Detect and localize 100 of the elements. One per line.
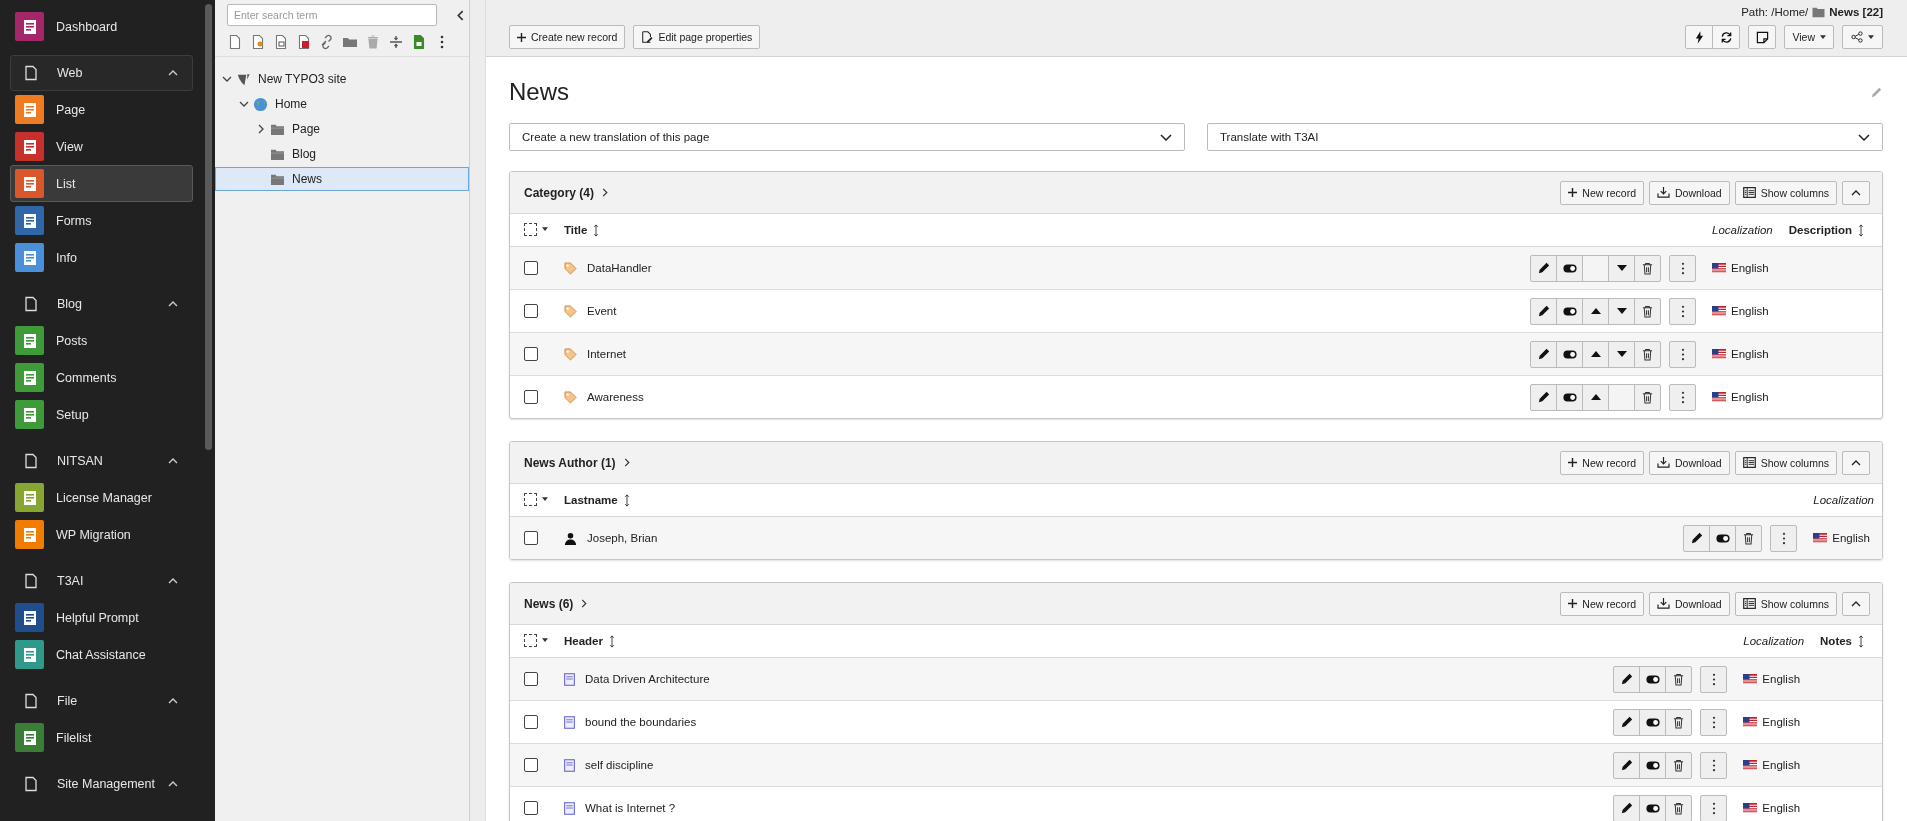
edit-button[interactable] (1613, 794, 1641, 821)
show-columns-button[interactable]: Show columns (1734, 180, 1837, 205)
module-group-header[interactable]: File (10, 683, 193, 719)
resize-handle[interactable] (470, 0, 486, 821)
toggle-button[interactable] (1709, 524, 1737, 552)
row-checkbox[interactable] (524, 758, 538, 772)
module-group-header[interactable]: Blog (10, 286, 193, 322)
module-item[interactable]: License Manager (10, 479, 193, 516)
collapse-button[interactable] (1842, 180, 1870, 205)
select-all-checkbox[interactable] (524, 492, 537, 506)
select-all-checkbox[interactable] (524, 633, 537, 647)
caret-down-icon[interactable] (542, 638, 548, 642)
record-title[interactable]: bound the boundaries (585, 716, 697, 728)
move-down-button[interactable] (1608, 297, 1635, 325)
record-title[interactable]: Data Driven Architecture (585, 673, 710, 685)
module-item[interactable]: WP Migration (10, 516, 193, 553)
module-group-header[interactable]: NITSAN (10, 443, 193, 479)
edit-button[interactable] (1613, 708, 1641, 736)
tree-node[interactable]: Home (215, 92, 469, 116)
record-title[interactable]: Awareness (587, 391, 644, 403)
collapse-icon[interactable] (457, 9, 464, 21)
row-checkbox[interactable] (524, 531, 538, 545)
collapse-button[interactable] (1842, 450, 1870, 475)
move-down-button[interactable] (1608, 254, 1635, 282)
module-item[interactable]: Info (10, 239, 193, 276)
row-checkbox[interactable] (524, 390, 538, 404)
table-title[interactable]: News (6) (524, 596, 588, 611)
toggle-button[interactable] (1639, 751, 1667, 779)
page-icon[interactable] (411, 34, 427, 50)
page-delete-icon[interactable] (296, 34, 312, 50)
move-up-button[interactable] (1582, 340, 1609, 368)
delete-button[interactable] (1665, 794, 1693, 821)
new-record-button[interactable]: New record (1560, 591, 1644, 616)
move-up-button[interactable] (1582, 297, 1609, 325)
module-item[interactable]: Setup (10, 396, 193, 433)
toggle-button[interactable] (1556, 254, 1583, 282)
tree-node[interactable]: Blog (215, 142, 469, 166)
record-title[interactable]: self discipline (585, 759, 654, 771)
module-item[interactable]: View (10, 128, 193, 165)
record-title[interactable]: DataHandler (587, 262, 652, 274)
scrollbar[interactable] (205, 4, 212, 450)
row-checkbox[interactable] (524, 304, 538, 318)
dropdown-select[interactable]: Translate with T3AI (1207, 123, 1883, 151)
tree-node[interactable]: New TYPO3 site (215, 67, 469, 91)
new-record-button[interactable]: New record (1560, 450, 1644, 475)
toggle-button[interactable] (1639, 794, 1667, 821)
column-header[interactable]: Title (564, 223, 600, 237)
record-title[interactable]: Joseph, Brian (587, 532, 658, 544)
new-page-icon[interactable] (227, 34, 243, 50)
record-title[interactable]: Internet (587, 348, 626, 360)
module-item[interactable]: Helpful Prompt (10, 599, 193, 636)
row-checkbox[interactable] (524, 261, 538, 275)
module-item[interactable]: Posts (10, 322, 193, 359)
delete-button[interactable] (1634, 340, 1661, 368)
share-dropdown[interactable] (1842, 25, 1883, 49)
delete-button[interactable] (1665, 665, 1693, 693)
page-move-icon[interactable] (273, 34, 289, 50)
note-button[interactable] (1748, 25, 1777, 49)
column-header[interactable]: Lastname (564, 493, 630, 507)
download-button[interactable]: Download (1649, 450, 1730, 475)
delete-button[interactable] (1665, 708, 1693, 736)
flash-button[interactable] (1685, 25, 1714, 49)
module-group-header[interactable]: Site Management (10, 766, 193, 802)
move-down-button[interactable] (1608, 340, 1635, 368)
toggle-button[interactable] (1556, 297, 1583, 325)
delete-button[interactable] (1735, 524, 1763, 552)
toggle-button[interactable] (1639, 665, 1667, 693)
delete-button[interactable] (1634, 383, 1661, 411)
delete-button[interactable] (1634, 297, 1661, 325)
column-header[interactable]: Header (564, 634, 615, 648)
module-item[interactable]: List (10, 165, 193, 202)
tree-node[interactable]: Page (215, 117, 469, 141)
edit-button[interactable] (1530, 254, 1557, 282)
module-item[interactable]: Dashboard (10, 8, 193, 45)
edit-button[interactable] (1613, 751, 1641, 779)
download-button[interactable]: Download (1649, 591, 1730, 616)
record-title[interactable]: Event (587, 305, 617, 317)
refresh-button[interactable] (1712, 25, 1741, 49)
collapse-button[interactable] (1842, 591, 1870, 616)
module-item[interactable]: Page (10, 91, 193, 128)
table-title[interactable]: Category (4) (524, 185, 608, 200)
toggle-button[interactable] (1639, 708, 1667, 736)
caret-down-icon[interactable] (542, 497, 548, 501)
caret-down-icon[interactable] (239, 99, 249, 109)
caret-down-icon[interactable] (542, 227, 548, 231)
row-checkbox[interactable] (524, 347, 538, 361)
toggle-button[interactable] (1556, 340, 1583, 368)
column-header[interactable]: Description (1788, 223, 1864, 237)
edit-button[interactable] (1530, 383, 1557, 411)
row-checkbox[interactable] (524, 715, 538, 729)
show-columns-button[interactable]: Show columns (1734, 450, 1837, 475)
tree-node[interactable]: News (215, 167, 469, 191)
caret-right-icon[interactable] (256, 124, 266, 134)
search-field[interactable]: Enter search term (227, 4, 437, 26)
dropdown-select[interactable]: Create a new translation of this page (509, 123, 1185, 151)
module-item[interactable]: Forms (10, 202, 193, 239)
module-item[interactable]: Chat Assistance (10, 636, 193, 673)
toggle-button[interactable] (1556, 383, 1583, 411)
edit-button[interactable] (1530, 340, 1557, 368)
view-dropdown[interactable]: View (1784, 25, 1834, 49)
